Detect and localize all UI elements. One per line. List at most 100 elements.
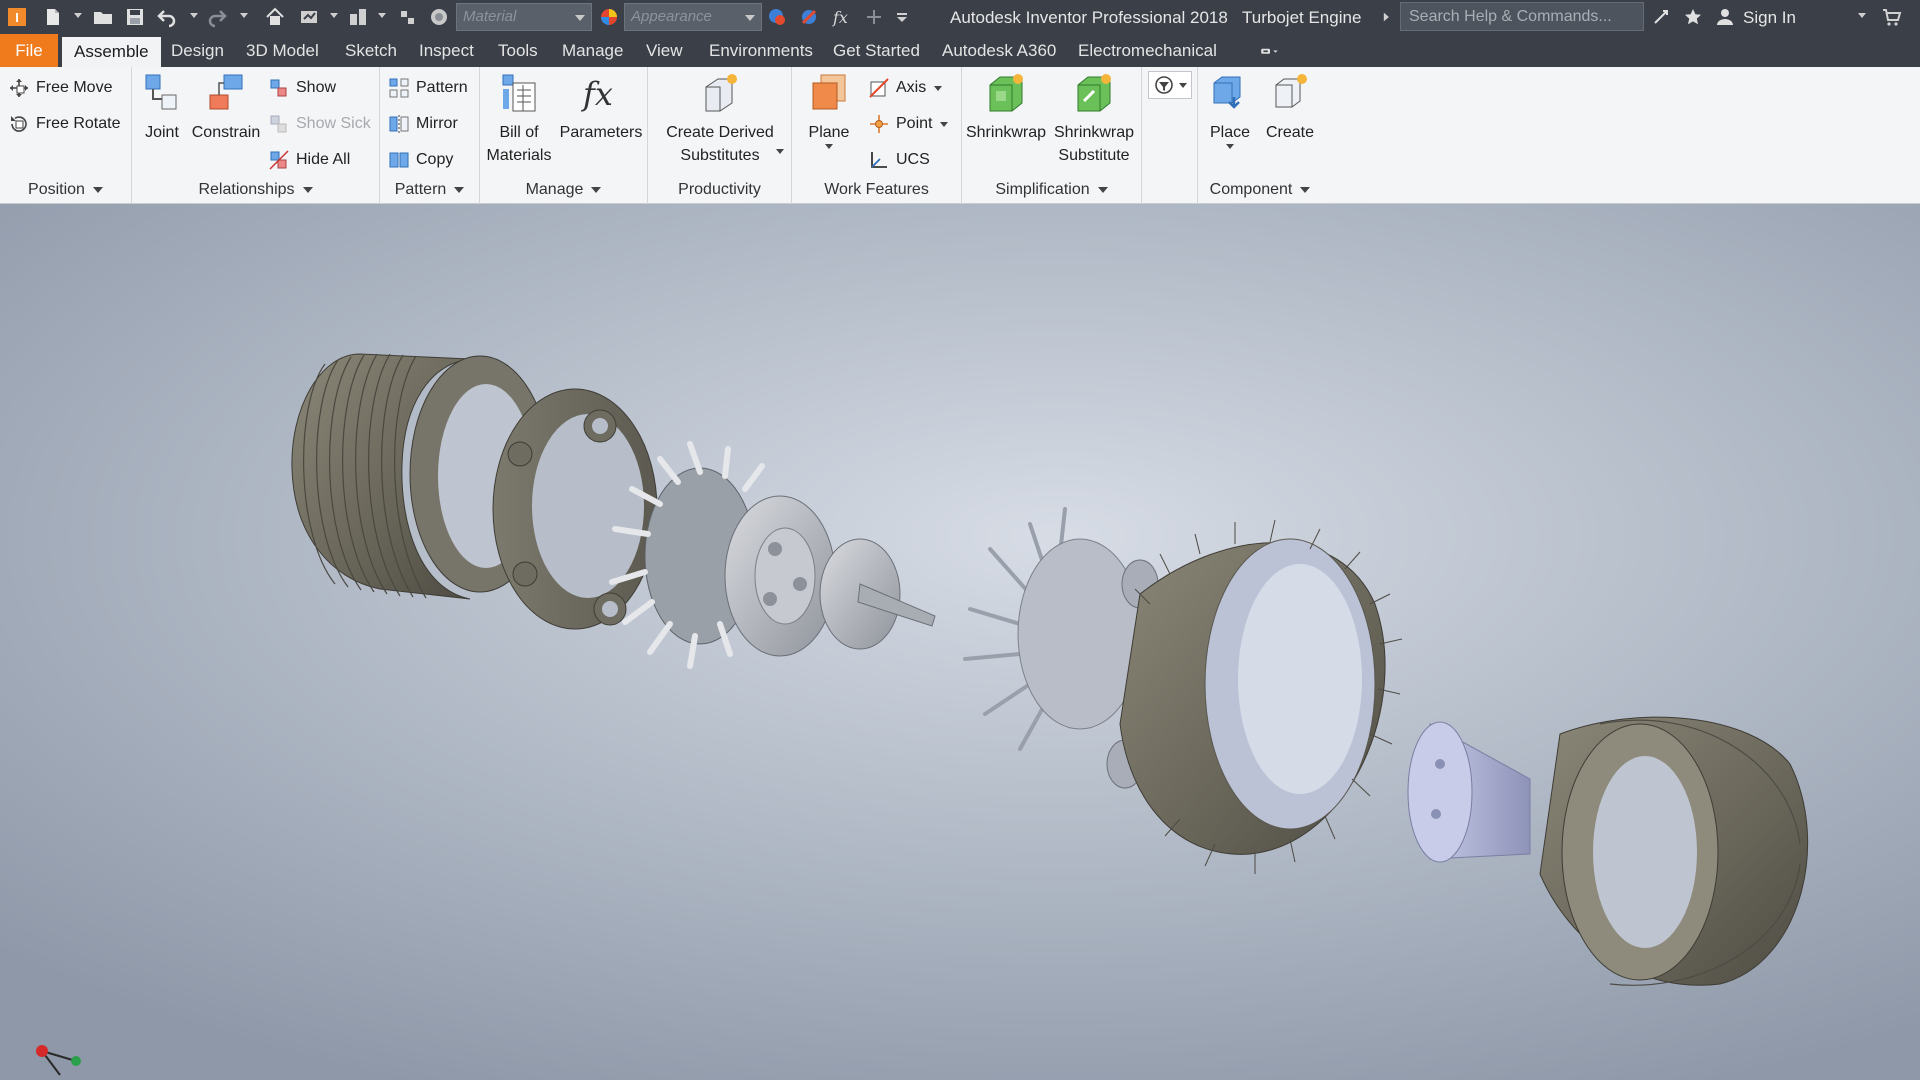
panel-productivity-label: Productivity [648, 178, 791, 204]
panel-simplification: Shrinkwrap Shrinkwrap Substitute Simplif… [962, 67, 1142, 204]
search-icon[interactable] [1648, 4, 1674, 30]
combustion-chamber[interactable] [963, 507, 1403, 874]
panel-manage-label[interactable]: Manage [480, 178, 647, 204]
point-button[interactable]: Point [868, 109, 949, 139]
turbojet-engine-exploded-model[interactable] [0, 204, 1920, 1080]
appearance-dropdown[interactable]: Appearance [624, 3, 762, 31]
panel-simplification-label[interactable]: Simplification [962, 178, 1141, 204]
ribbon-tab-bar: File Assemble Design 3D Model Sketch Ins… [0, 34, 1920, 67]
free-rotate-button[interactable]: Free Rotate [8, 109, 120, 139]
tab-electromechanical[interactable]: Electromechanical [1066, 34, 1229, 67]
joint-button[interactable]: Joint [136, 71, 188, 144]
sign-in-dropdown-icon[interactable] [1858, 13, 1866, 18]
tab-inspect[interactable]: Inspect [407, 34, 486, 67]
pattern-label: Pattern [416, 79, 468, 96]
axis-button[interactable]: Axis [868, 73, 943, 103]
color-wheel-icon[interactable] [426, 4, 452, 30]
view-triad-icon[interactable] [30, 1039, 90, 1079]
user-icon[interactable] [1712, 4, 1738, 30]
constrain-button[interactable]: Constrain [188, 71, 264, 144]
select-dropdown-icon[interactable] [378, 13, 386, 18]
tab-assemble[interactable]: Assemble [62, 37, 161, 67]
tab-sketch[interactable]: Sketch [333, 34, 409, 67]
derived-dropdown-caret-icon[interactable] [776, 149, 784, 154]
clear-appearance-icon[interactable] [796, 4, 822, 30]
fx-parameters-icon[interactable]: fx [828, 4, 854, 30]
front-frame[interactable] [492, 388, 658, 630]
ucs-button[interactable]: UCS [868, 145, 930, 175]
undo-icon[interactable] [154, 4, 180, 30]
shrinkwrap-substitute-icon [1077, 74, 1111, 112]
create-component-button[interactable]: Create [1260, 71, 1320, 144]
exhaust-cone[interactable] [1407, 721, 1531, 863]
panel-component: Place Create Component [1198, 67, 1322, 204]
create-derived-substitutes-button[interactable]: Create Derived Substitutes [652, 71, 788, 167]
expand-arrow-icon[interactable] [1378, 4, 1394, 30]
panel-work-features: Plane Axis Point UCS Work Features [792, 67, 962, 204]
selection-filter-dropdown[interactable] [1148, 71, 1192, 99]
tab-environments[interactable]: Environments [697, 34, 825, 67]
tab-view[interactable]: View [634, 34, 695, 67]
mirror-button[interactable]: Mirror [388, 109, 458, 139]
show-sick-button[interactable]: Show Sick [268, 109, 371, 139]
undo-dropdown-icon[interactable] [190, 13, 198, 18]
search-placeholder: Search Help & Commands... [1409, 8, 1612, 25]
open-folder-icon[interactable] [90, 4, 116, 30]
panel-component-label[interactable]: Component [1198, 178, 1322, 204]
tab-3d-model[interactable]: 3D Model [234, 34, 331, 67]
ribbon: Free Move Free Rotate Position Joint Con… [0, 67, 1920, 204]
material-dropdown[interactable]: Material [456, 3, 592, 31]
home-icon[interactable] [262, 4, 288, 30]
shrinkwrap-button[interactable]: Shrinkwrap [964, 71, 1048, 144]
redo-dropdown-icon[interactable] [240, 13, 248, 18]
tab-get-started[interactable]: Get Started [821, 34, 932, 67]
new-file-icon[interactable] [40, 4, 66, 30]
show-button[interactable]: Show [268, 73, 336, 103]
customize-toolbar-icon[interactable] [890, 4, 914, 30]
constrain-icon [209, 74, 243, 110]
compressor-rotor[interactable] [609, 441, 936, 669]
parameters-button[interactable]: fx Parameters [556, 71, 646, 144]
save-icon[interactable] [122, 4, 148, 30]
search-input[interactable]: Search Help & Commands... [1400, 2, 1644, 31]
favorites-star-icon[interactable] [1680, 4, 1706, 30]
work-features-panel-title: Work Features [824, 181, 929, 198]
joint-icon [145, 74, 177, 110]
shrinkwrap-substitute-button[interactable]: Shrinkwrap Substitute [1050, 71, 1138, 167]
measure-icon[interactable] [395, 4, 421, 30]
sign-in-link[interactable]: Sign In [1743, 8, 1796, 28]
graphics-viewport[interactable] [0, 204, 1920, 1080]
update-dropdown-icon[interactable] [330, 13, 338, 18]
redo-icon[interactable] [204, 4, 230, 30]
panel-position-label[interactable]: Position [0, 178, 131, 204]
place-button[interactable]: Place [1200, 71, 1260, 149]
bill-of-materials-button[interactable]: Bill of Materials [480, 71, 558, 167]
tab-tools[interactable]: Tools [486, 34, 550, 67]
hide-all-button[interactable]: Hide All [268, 145, 350, 175]
inventor-logo-icon[interactable]: I [4, 4, 30, 30]
axis-dropdown-caret-icon [934, 85, 943, 91]
tab-autodesk-a360[interactable]: Autodesk A360 [930, 34, 1068, 67]
panel-manage: Bill of Materials fx Parameters Manage [480, 67, 648, 204]
adjust-appearance-icon[interactable] [764, 4, 790, 30]
plus-icon[interactable] [862, 4, 886, 30]
free-move-label: Free Move [36, 79, 113, 96]
tab-design[interactable]: Design [159, 34, 236, 67]
panel-pattern-label[interactable]: Pattern [380, 178, 479, 204]
copy-button[interactable]: Copy [388, 145, 453, 175]
shrinkwrap-sub-label-line1: Shrinkwrap [1053, 124, 1135, 141]
exhaust-casing[interactable] [1539, 716, 1809, 986]
show-label: Show [296, 79, 337, 96]
pattern-button[interactable]: Pattern [388, 73, 468, 103]
plane-dropdown-caret-icon [825, 144, 833, 149]
update-icon[interactable] [296, 4, 322, 30]
plane-button[interactable]: Plane [796, 71, 862, 149]
ribbon-display-toggle-icon[interactable] [1250, 38, 1290, 64]
free-move-button[interactable]: Free Move [8, 73, 112, 103]
select-priority-icon[interactable] [345, 4, 371, 30]
new-dropdown-icon[interactable] [74, 13, 82, 18]
tab-manage[interactable]: Manage [550, 34, 635, 67]
tab-file[interactable]: File [0, 34, 58, 67]
panel-relationships-label[interactable]: Relationships [132, 178, 379, 204]
cart-icon[interactable] [1878, 4, 1904, 30]
